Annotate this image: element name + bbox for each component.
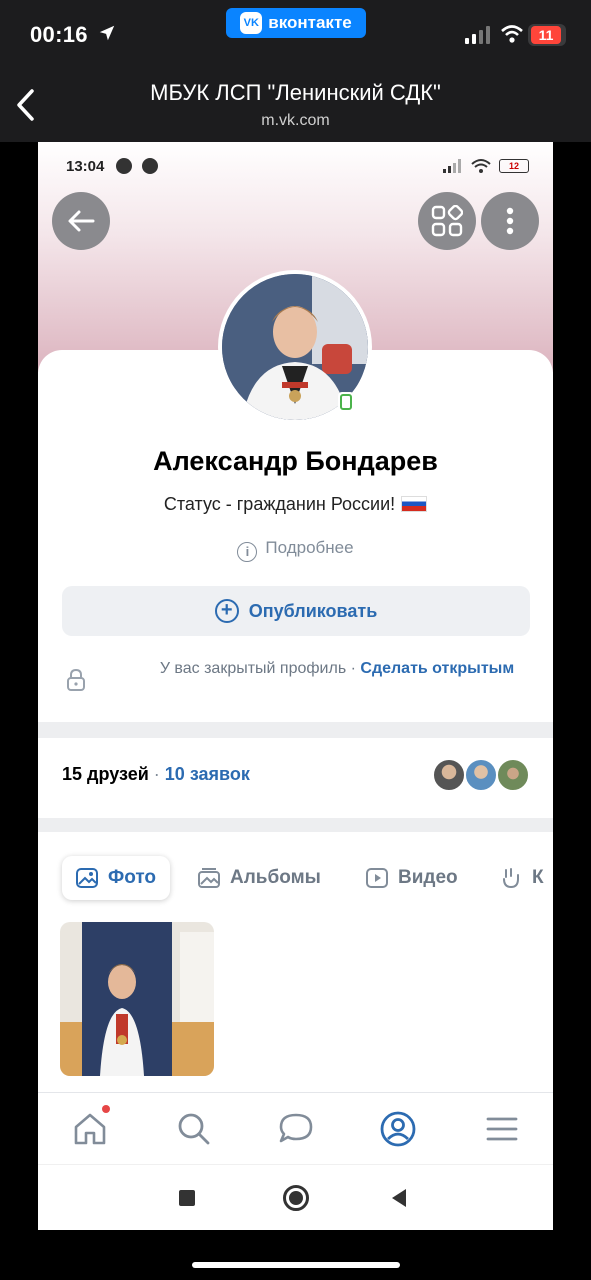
page-title: МБУК ЛСП "Ленинский СДК"	[150, 80, 441, 105]
tab-clips-label: К	[532, 867, 544, 888]
notification-icon	[116, 158, 132, 174]
plus-circle-icon: +	[214, 599, 239, 623]
vk-app-badge[interactable]: VK вконтакте	[226, 8, 366, 38]
lock-icon	[67, 668, 85, 691]
private-profile-notice: У вас закрытый профиль · Сделать открыты…	[62, 656, 532, 706]
arrow-left-icon	[68, 210, 95, 232]
services-button[interactable]	[418, 192, 476, 250]
video-icon	[366, 868, 388, 888]
friends-count: 15 друзей	[62, 764, 149, 784]
bottom-navigation	[38, 1092, 553, 1164]
home-button[interactable]	[283, 1185, 309, 1211]
android-navigation-bar	[38, 1164, 553, 1230]
status-time: 00:16	[30, 22, 88, 47]
home-indicator[interactable]	[192, 1262, 400, 1268]
albums-icon	[198, 868, 220, 888]
private-profile-text: У вас закрытый профиль · Сделать открыты…	[152, 658, 522, 680]
friends-section[interactable]: 15 друзей · 10 заявок	[38, 738, 553, 818]
menu-icon[interactable]	[482, 1109, 522, 1149]
russia-flag-icon	[401, 496, 428, 512]
tab-photo[interactable]: Фото	[62, 856, 171, 900]
friend-avatar[interactable]	[464, 758, 498, 792]
vk-app-label: вконтакте	[268, 13, 352, 32]
tab-video-label: Видео	[398, 867, 458, 888]
services-grid-icon	[431, 205, 463, 237]
profile-status: Статус - гражданин России!	[38, 494, 553, 515]
embedded-screenshot: 13:04 12 Александр Бондарев Статус - гра…	[38, 142, 553, 1230]
friend-requests-link[interactable]: 10 заявок	[165, 764, 250, 784]
android-battery: 12	[499, 159, 529, 173]
photo-thumbnail[interactable]	[60, 922, 214, 1076]
android-wifi-icon	[471, 159, 491, 173]
info-icon: i	[237, 542, 258, 562]
tab-video[interactable]: Видео	[366, 856, 458, 900]
recents-button[interactable]	[179, 1190, 195, 1206]
wifi-icon	[501, 25, 523, 43]
ios-status-bar: 00:16 VK вконтакте 11	[0, 0, 591, 70]
section-divider	[38, 818, 553, 832]
back-chevron-icon[interactable]	[14, 88, 38, 122]
page-url: m.vk.com	[261, 112, 330, 129]
make-public-link[interactable]: Сделать открытым	[360, 660, 514, 677]
more-options-button[interactable]	[481, 192, 539, 250]
details-label: Подробнее	[265, 538, 354, 557]
friends-separator: ·	[153, 764, 160, 784]
publish-button[interactable]: + Опубликовать	[62, 586, 530, 636]
tab-photo-label: Фото	[108, 867, 157, 888]
photo-icon	[76, 868, 98, 888]
android-time: 13:04	[66, 158, 105, 175]
more-vertical-icon	[506, 207, 514, 235]
vk-logo-icon: VK	[240, 12, 263, 34]
cellular-signal-icon	[465, 26, 490, 44]
friends-summary: 15 друзей · 10 заявок	[62, 764, 250, 785]
notification-dot	[102, 1105, 110, 1113]
tab-albums[interactable]: Альбомы	[198, 856, 321, 900]
profile-icon[interactable]	[378, 1109, 418, 1149]
app-notification-icon	[142, 158, 158, 174]
details-link[interactable]: i Подробнее	[38, 538, 553, 562]
friend-avatar[interactable]	[496, 758, 530, 792]
battery-level: 11	[531, 26, 561, 44]
private-profile-label: У вас закрытый профиль ·	[159, 660, 356, 677]
android-status-bar: 13:04 12	[38, 142, 553, 186]
tab-albums-label: Альбомы	[230, 867, 321, 888]
search-icon[interactable]	[174, 1109, 214, 1149]
browser-header: МБУК ЛСП "Ленинский СДК" m.vk.com	[0, 70, 591, 142]
tab-clips[interactable]: К	[500, 856, 544, 900]
android-back-button[interactable]	[392, 1189, 406, 1207]
home-icon[interactable]	[70, 1109, 110, 1149]
battery-indicator: 11	[528, 24, 566, 46]
android-signal-icon	[443, 159, 461, 173]
back-button[interactable]	[52, 192, 110, 250]
location-arrow-icon	[99, 25, 115, 41]
profile-status-text: Статус - гражданин России!	[163, 494, 396, 514]
photo-image	[60, 922, 214, 1076]
clips-hand-icon	[503, 868, 519, 889]
android-status-right: 12	[443, 158, 529, 174]
online-mobile-indicator	[338, 392, 354, 412]
section-divider	[38, 722, 553, 738]
messages-icon[interactable]	[276, 1109, 316, 1149]
friend-avatar[interactable]	[432, 758, 466, 792]
screen: 00:16 VK вконтакте 11 МБУК ЛСП "Ленински…	[0, 0, 591, 1280]
publish-label: Опубликовать	[248, 600, 378, 621]
profile-name: Александр Бондарев	[153, 446, 438, 476]
